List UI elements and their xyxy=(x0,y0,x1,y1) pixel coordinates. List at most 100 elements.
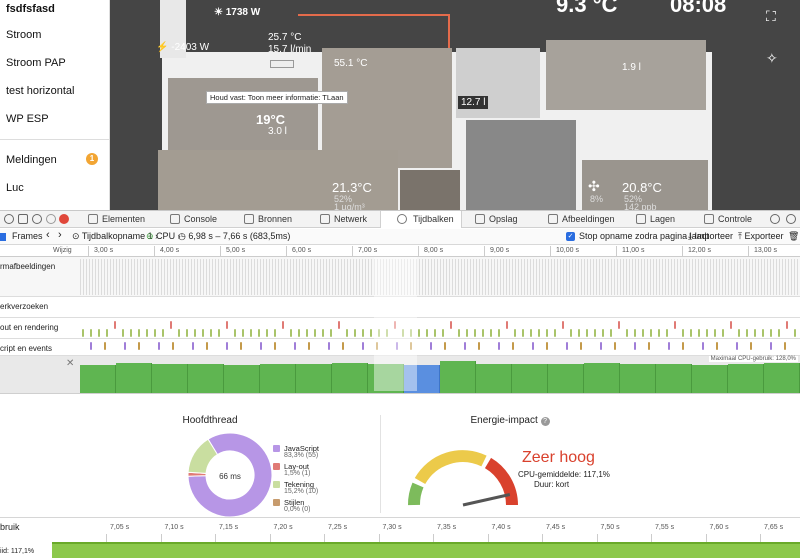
frame-mark xyxy=(788,259,789,295)
frame-mark xyxy=(473,259,474,295)
frame-mark xyxy=(491,259,492,295)
import-button[interactable]: ⤓ Importeer xyxy=(688,231,733,242)
sidebar-item-test-horizontal[interactable]: test horizontal xyxy=(6,85,74,97)
paint-mark xyxy=(330,329,332,337)
stop-recording-checkbox[interactable]: ✓ xyxy=(566,232,575,241)
close-track-icon[interactable]: ✕ xyxy=(66,358,74,369)
tab-elementen[interactable]: Elementen xyxy=(88,211,145,228)
frame-mark xyxy=(578,259,579,295)
tab-controle[interactable]: Controle xyxy=(704,211,752,228)
script-mark xyxy=(260,342,262,350)
frame-mark xyxy=(161,259,162,295)
frame-mark xyxy=(203,259,204,295)
frame-mark xyxy=(227,259,228,295)
frame-mark xyxy=(512,259,513,295)
frame-mark xyxy=(620,259,621,295)
cpu-sample-bar xyxy=(188,363,224,393)
frame-mark xyxy=(257,259,258,295)
frame-mark xyxy=(89,259,90,295)
legend-swatch xyxy=(273,445,280,452)
audit-icon xyxy=(704,214,714,224)
ruler-tick-label: 12,00 s xyxy=(688,247,711,254)
frame-mark xyxy=(374,259,375,295)
paint-mark xyxy=(466,329,468,337)
frame-mark xyxy=(500,259,501,295)
paint-mark xyxy=(778,329,780,337)
room-bedroom-left xyxy=(168,78,318,150)
frame-mark xyxy=(614,259,615,295)
frame-mark xyxy=(107,259,108,295)
tab-bronnen[interactable]: Bronnen xyxy=(244,211,292,228)
sidebar-item-wp-esp[interactable]: WP ESP xyxy=(6,113,49,125)
error-icon[interactable] xyxy=(59,214,69,224)
tab-afbeeldingen[interactable]: Afbeeldingen xyxy=(548,211,615,228)
frame-mark xyxy=(572,259,573,295)
console-icon xyxy=(170,214,180,224)
export-button[interactable]: ⤒ Exporteer xyxy=(738,231,784,242)
gear-icon[interactable] xyxy=(786,214,796,224)
back-arrow-icon[interactable]: ‹ xyxy=(46,229,50,241)
cpu-sample-bar xyxy=(224,364,260,393)
room-kitchen xyxy=(466,120,576,210)
event-mark xyxy=(784,342,786,350)
tab-tijdbalken[interactable]: Tijdbalken xyxy=(380,211,462,228)
detail-tick-line xyxy=(651,534,652,542)
frame-mark xyxy=(347,259,348,295)
sidebar-item-meldingen[interactable]: Meldingen xyxy=(6,154,57,166)
cleaning-icon[interactable]: ✧ xyxy=(766,50,778,67)
dock-icon[interactable] xyxy=(18,214,28,224)
frame-mark xyxy=(557,259,558,295)
frame-mark xyxy=(197,259,198,295)
cpu-crumb[interactable]: ⊖ CPU › xyxy=(146,231,181,242)
frame-mark xyxy=(80,259,81,295)
ruler-tick-label: 10,00 s xyxy=(556,247,579,254)
frame-mark xyxy=(218,259,219,295)
cpu-detail-graph: bruik 7,05 s 7,10 s 7,15 s 7,20 s 7,25 s 7,30… xyxy=(0,517,800,558)
sidebar-item-fsdfsfasd[interactable]: fsdfsfasd xyxy=(6,3,55,15)
frame-mark xyxy=(587,259,588,295)
frame-mark xyxy=(566,259,567,295)
paint-mark xyxy=(722,329,724,337)
cpu-sample-bar xyxy=(656,363,692,393)
ruler-edit-label[interactable]: Wijzig xyxy=(53,247,72,254)
timeline-track: out en rendering xyxy=(0,318,800,339)
energy-title: Energie-impact ? xyxy=(440,415,580,426)
detail-tick-line xyxy=(705,534,707,542)
frame-mark xyxy=(443,259,444,295)
script-mark xyxy=(430,342,432,350)
paint-mark xyxy=(514,329,516,337)
tab-opslag[interactable]: Opslag xyxy=(475,211,518,228)
sidebar-item-luc[interactable]: Luc xyxy=(6,182,24,194)
detail-tick-line xyxy=(433,534,434,542)
paint-mark xyxy=(770,329,772,337)
frame-mark xyxy=(392,259,393,295)
event-mark xyxy=(274,342,276,350)
frame-mark xyxy=(536,259,537,295)
ruler-tick-line xyxy=(616,246,617,257)
tab-console[interactable]: Console xyxy=(170,211,217,228)
sidebar-item-stroom[interactable]: Stroom xyxy=(6,29,41,41)
frame-mark xyxy=(368,259,369,295)
event-mark xyxy=(410,342,412,350)
help-icon[interactable]: ? xyxy=(540,417,550,426)
tab-netwerk[interactable]: Netwerk xyxy=(320,211,367,228)
sofa-icon[interactable]: ⛶ xyxy=(766,8,776,25)
forward-arrow-icon[interactable]: › xyxy=(58,229,62,241)
paint-mark xyxy=(650,329,652,337)
frame-mark xyxy=(602,259,603,295)
frame-mark xyxy=(386,259,387,295)
room1-flow-value: 3.0 l xyxy=(268,126,287,137)
trash-icon[interactable]: 🗑 xyxy=(788,231,799,242)
warning-icon[interactable] xyxy=(46,214,56,224)
ruler-tick-label: 9,00 s xyxy=(490,247,510,254)
frame-mark xyxy=(287,259,288,295)
frames-toggle-icon[interactable] xyxy=(0,233,6,241)
frames-button[interactable]: Frames xyxy=(12,231,43,241)
target-icon[interactable] xyxy=(32,214,42,224)
close-icon[interactable] xyxy=(4,214,14,224)
energy-duration: Duur: kort xyxy=(534,480,570,489)
search-icon[interactable] xyxy=(770,214,780,224)
paint-mark xyxy=(530,329,532,337)
sidebar-item-stroom-pap[interactable]: Stroom PAP xyxy=(6,57,66,69)
tab-lagen[interactable]: Lagen xyxy=(636,211,675,228)
